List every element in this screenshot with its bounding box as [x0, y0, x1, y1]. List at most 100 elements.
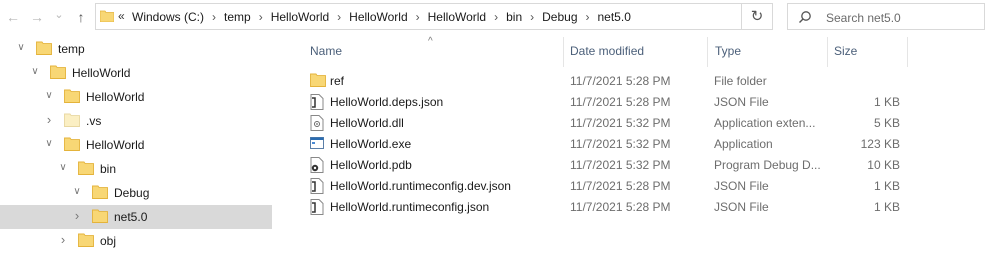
tree-item[interactable]: › net5.0 — [0, 205, 272, 229]
column-divider[interactable] — [827, 37, 828, 67]
file-date-modified: 11/7/2021 5:32 PM — [570, 158, 671, 172]
breadcrumb-separator-icon[interactable]: › — [586, 10, 590, 24]
tree-item[interactable]: ∨ HelloWorld — [0, 133, 272, 157]
breadcrumb-item[interactable]: temp — [224, 10, 251, 24]
file-row[interactable]: HelloWorld.runtimeconfig.json 11/7/2021 5… — [300, 196, 910, 217]
folder-icon — [50, 65, 66, 82]
file-name: HelloWorld.deps.json — [330, 95, 444, 109]
tree-item[interactable]: › .vs — [0, 109, 272, 133]
folder-icon — [99, 10, 115, 25]
folder-icon — [92, 185, 108, 202]
exe-file-icon — [310, 136, 324, 153]
file-row[interactable]: ref 11/7/2021 5:28 PM File folder — [300, 70, 910, 91]
breadcrumb-item[interactable]: Windows (C:) — [132, 10, 204, 24]
file-size: 1 KB — [873, 179, 900, 193]
chevron-down-icon[interactable]: ∨ — [58, 162, 68, 173]
sort-ascending-icon: ^ — [428, 36, 433, 47]
json-file-icon — [310, 94, 324, 113]
pdb-file-icon — [310, 157, 324, 176]
file-date-modified: 11/7/2021 5:28 PM — [570, 200, 671, 214]
tree-item-label: Debug — [114, 186, 150, 200]
tree-item-label: HelloWorld — [86, 138, 145, 152]
breadcrumb-item[interactable]: bin — [506, 10, 522, 24]
breadcrumb-separator-icon[interactable]: › — [416, 10, 420, 24]
tree-item-label: net5.0 — [114, 210, 148, 224]
chevron-right-icon[interactable]: › — [44, 112, 54, 127]
folder-icon — [64, 137, 80, 154]
chevron-down-icon[interactable]: ∨ — [16, 42, 26, 53]
file-date-modified: 11/7/2021 5:32 PM — [570, 116, 671, 130]
column-header-type[interactable]: Type — [715, 44, 741, 58]
column-divider[interactable] — [907, 37, 908, 67]
tree-item-label: .vs — [86, 114, 102, 128]
tree-item[interactable]: › obj — [0, 229, 272, 253]
search-input[interactable]: Search net5.0 — [826, 11, 901, 25]
tree-item[interactable]: ∨ temp — [0, 37, 272, 61]
file-size: 1 KB — [873, 95, 900, 109]
chevron-down-icon[interactable]: ∨ — [30, 66, 40, 77]
tree-item-label: temp — [58, 42, 85, 56]
file-type: Application exten... — [714, 116, 816, 130]
file-size: 1 KB — [873, 200, 900, 214]
recent-locations-button[interactable]: ⌄ — [48, 4, 70, 26]
file-size: 10 KB — [867, 158, 900, 172]
file-row[interactable]: HelloWorld.runtimeconfig.dev.json 11/7/20… — [300, 175, 910, 196]
back-button[interactable]: ← — [2, 6, 24, 28]
file-type: Program Debug D... — [714, 158, 821, 172]
file-size: 123 KB — [860, 137, 900, 151]
folder-icon — [92, 209, 108, 226]
column-divider[interactable] — [707, 37, 708, 67]
breadcrumb-item[interactable]: net5.0 — [598, 10, 631, 24]
breadcrumb-item[interactable]: Debug — [542, 10, 577, 24]
navigation-pane: ∨ temp ∨ HelloWorld ∨ HelloWorld › .vs ∨ HelloWor… — [0, 37, 272, 257]
tree-item-label: HelloWorld — [86, 90, 145, 104]
breadcrumb-item[interactable]: HelloWorld — [428, 10, 486, 24]
chevron-down-icon[interactable]: ∨ — [72, 186, 82, 197]
refresh-button[interactable]: ↻ — [741, 3, 773, 30]
column-header-name[interactable]: Name — [310, 44, 342, 58]
tree-item[interactable]: ∨ bin — [0, 157, 272, 181]
json-file-icon — [310, 178, 324, 197]
column-header-date[interactable]: Date modified — [570, 44, 644, 58]
search-box[interactable]: Search net5.0 — [787, 3, 985, 30]
chevron-down-icon[interactable]: ∨ — [44, 90, 54, 101]
navigation-scrollbar[interactable] — [272, 37, 288, 257]
breadcrumb-separator-icon[interactable]: › — [494, 10, 498, 24]
breadcrumb-separator-icon[interactable]: › — [530, 10, 534, 24]
overflow-chevron-icon[interactable]: « — [118, 9, 125, 23]
breadcrumb-separator-icon[interactable]: › — [212, 10, 216, 24]
chevron-down-icon[interactable]: ∨ — [44, 138, 54, 149]
tree-item[interactable]: ∨ HelloWorld — [0, 61, 272, 85]
file-type: JSON File — [714, 200, 769, 214]
chevron-right-icon[interactable]: › — [72, 208, 82, 223]
file-name: HelloWorld.runtimeconfig.json — [330, 200, 490, 214]
file-type: File folder — [714, 74, 767, 88]
address-bar[interactable]: « Windows (C:) › temp › HelloWorld › HelloWorl… — [95, 3, 821, 30]
file-type: Application — [714, 137, 773, 151]
file-name: HelloWorld.pdb — [330, 158, 412, 172]
folder-icon — [36, 41, 52, 58]
tree-item-label: bin — [100, 162, 117, 176]
breadcrumb-separator-icon[interactable]: › — [259, 10, 263, 24]
column-header-size[interactable]: Size — [834, 44, 857, 58]
folder-icon — [64, 113, 80, 130]
file-name: HelloWorld.dll — [330, 116, 404, 130]
breadcrumb-item[interactable]: HelloWorld — [349, 10, 407, 24]
breadcrumb-item[interactable]: HelloWorld — [271, 10, 329, 24]
folder-icon — [64, 89, 80, 106]
column-divider[interactable] — [563, 37, 564, 67]
tree-item[interactable]: ∨ Debug — [0, 181, 272, 205]
file-name: HelloWorld.runtimeconfig.dev.json — [330, 179, 511, 193]
file-row[interactable]: HelloWorld.pdb 11/7/2021 5:32 PM Program D… — [300, 154, 910, 175]
file-type: JSON File — [714, 179, 769, 193]
forward-button[interactable]: → — [26, 6, 48, 28]
file-row[interactable]: HelloWorld.dll 11/7/2021 5:32 PM Applicati… — [300, 112, 910, 133]
file-date-modified: 11/7/2021 5:28 PM — [570, 179, 671, 193]
file-row[interactable]: HelloWorld.deps.json 11/7/2021 5:28 PM JSO… — [300, 91, 910, 112]
file-row[interactable]: HelloWorld.exe 11/7/2021 5:32 PM Applicati… — [300, 133, 910, 154]
breadcrumb: Windows (C:) › temp › HelloWorld › HelloWorld ›… — [132, 10, 631, 24]
chevron-right-icon[interactable]: › — [58, 232, 68, 247]
breadcrumb-separator-icon[interactable]: › — [337, 10, 341, 24]
tree-item[interactable]: ∨ HelloWorld — [0, 85, 272, 109]
up-button[interactable]: ↑ — [70, 6, 92, 28]
